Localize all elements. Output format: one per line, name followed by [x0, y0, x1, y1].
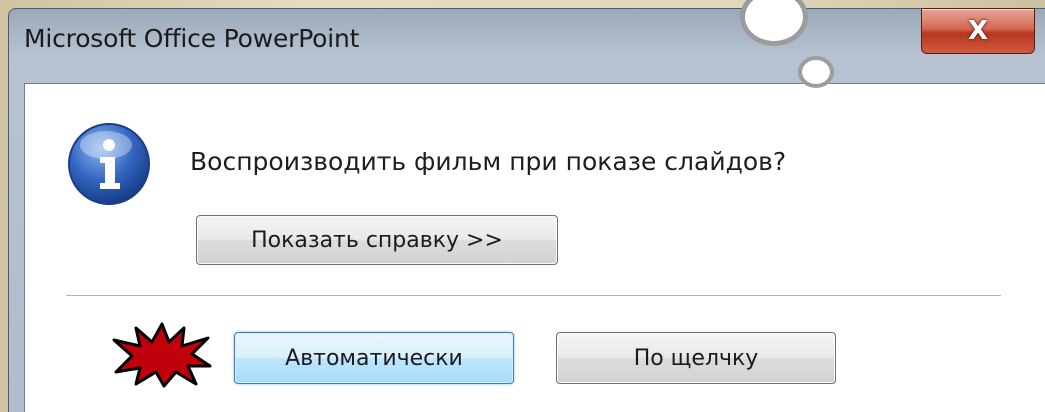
divider: [66, 295, 1001, 297]
close-button[interactable]: X: [921, 8, 1035, 54]
show-help-button[interactable]: Показать справку >>: [196, 215, 558, 265]
info-icon: [68, 123, 150, 205]
starburst-icon: [112, 322, 212, 388]
automatic-button[interactable]: Автоматически: [234, 332, 514, 384]
on-click-button[interactable]: По щелчку: [556, 332, 836, 384]
dialog-message: Воспроизводить фильм при показе слайдов?: [190, 147, 787, 176]
thought-bubble-small: [798, 56, 834, 88]
close-icon: X: [967, 16, 989, 46]
window-title: Microsoft Office PowerPoint: [24, 24, 360, 53]
